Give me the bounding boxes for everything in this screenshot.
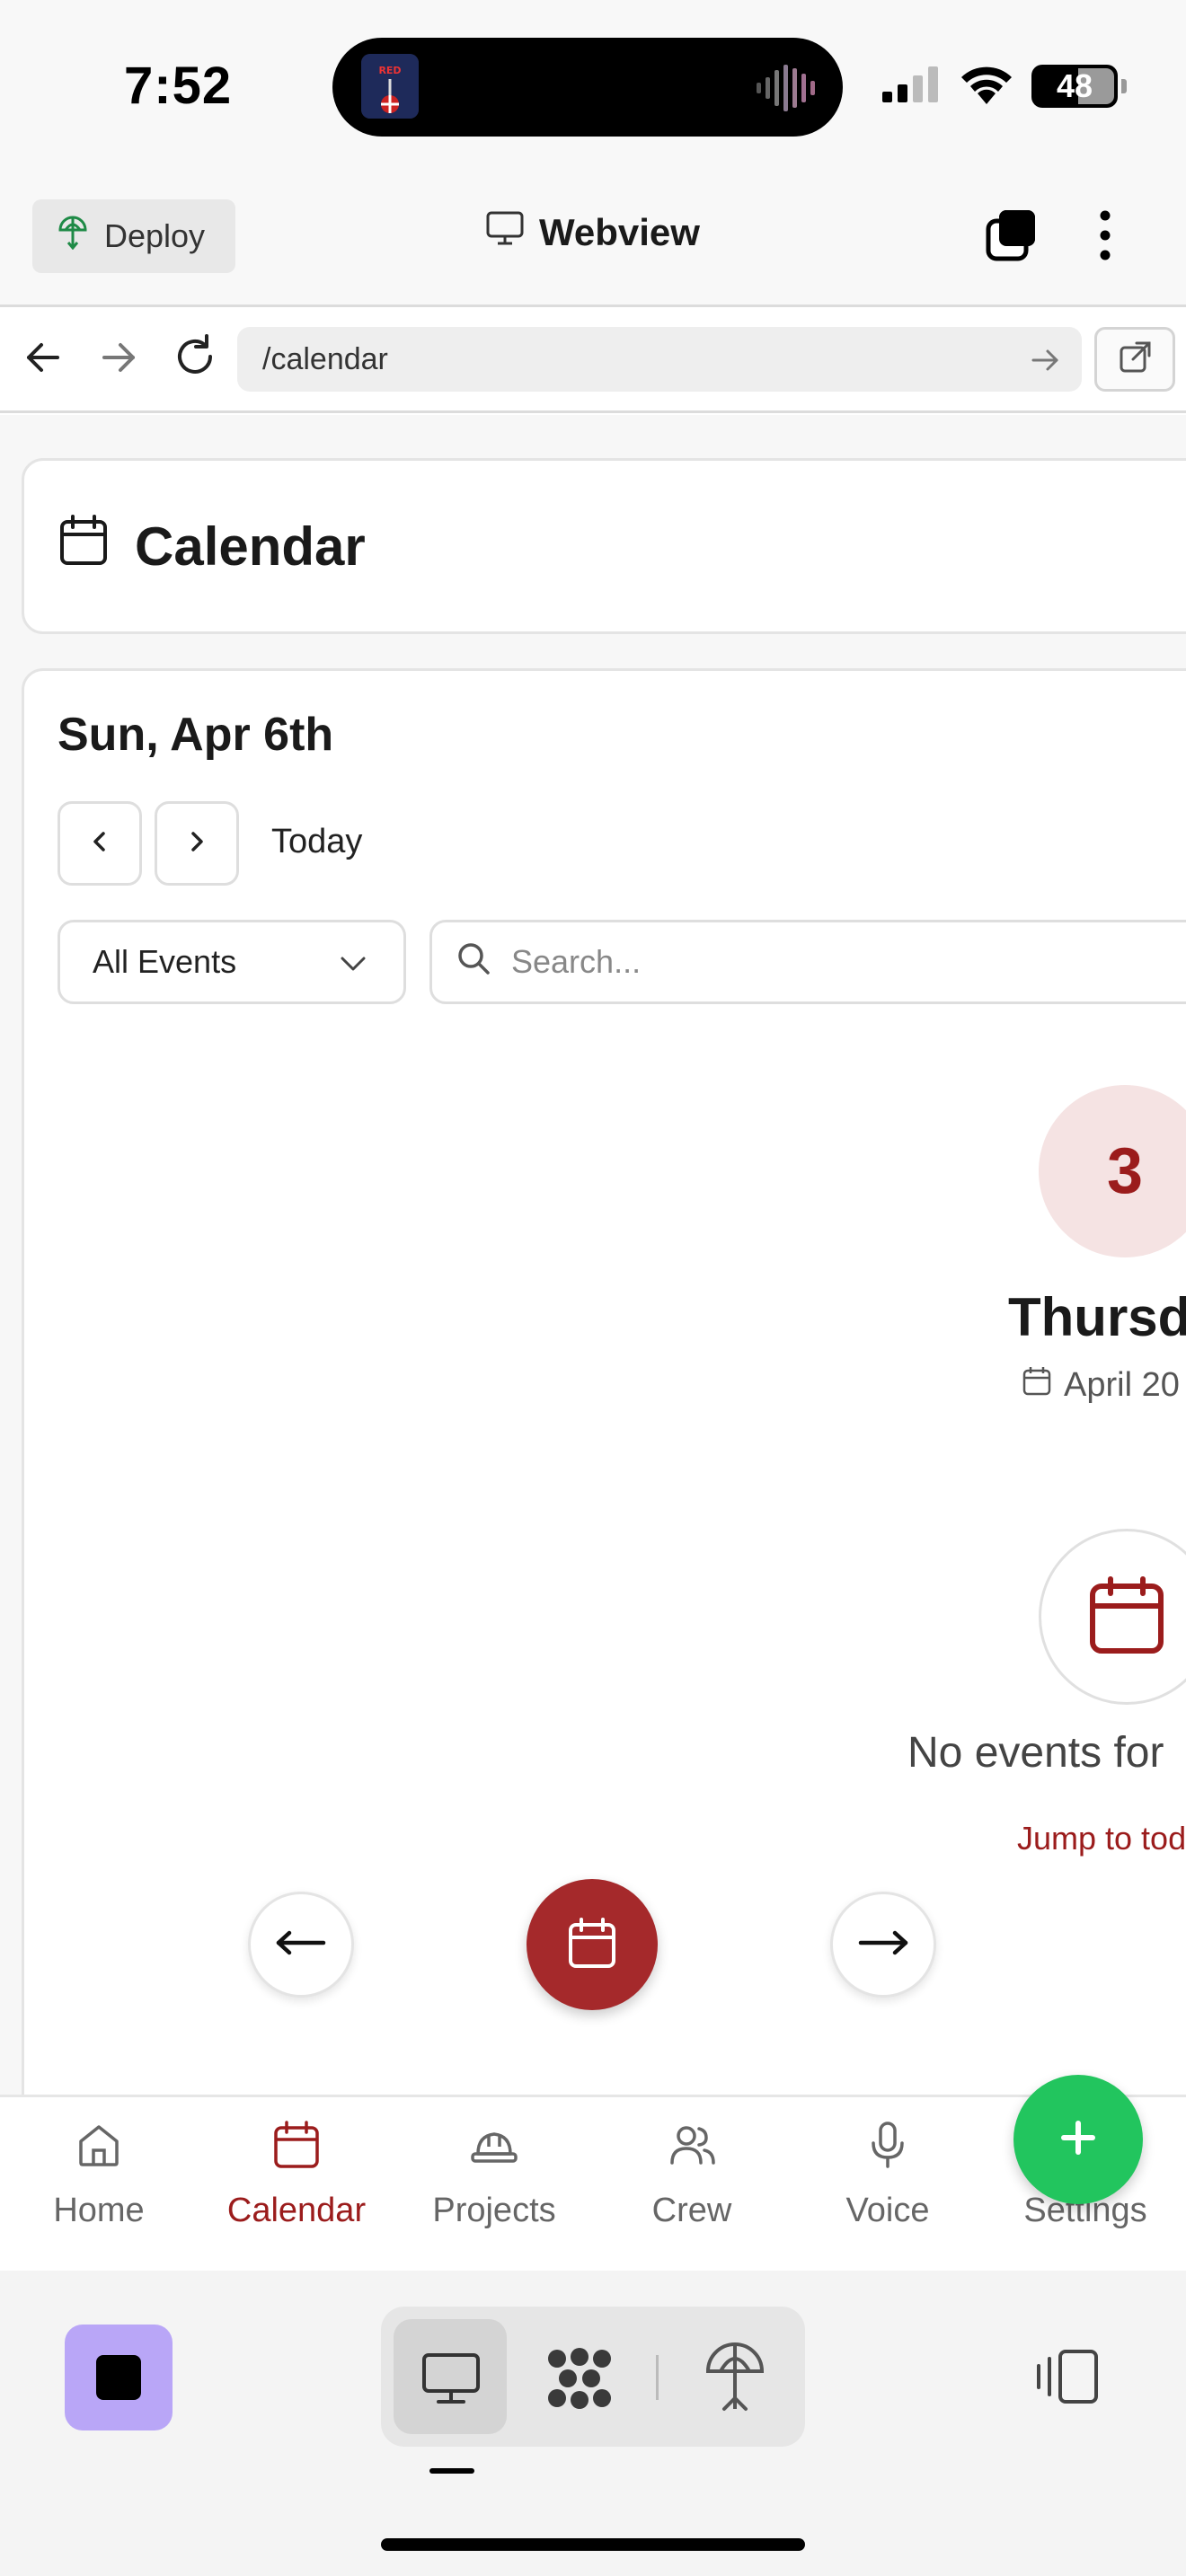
battery-icon: 48	[1031, 65, 1127, 108]
external-link-icon	[1117, 340, 1153, 380]
open-external-button[interactable]	[1094, 327, 1175, 392]
now-playing-artwork[interactable]: RED	[361, 54, 419, 119]
monitor-icon	[485, 210, 525, 255]
prev-period-button[interactable]	[248, 1892, 354, 1998]
url-input[interactable]: /calendar	[237, 327, 1082, 392]
tabs-icon[interactable]	[983, 207, 1040, 269]
day-name: Thursda	[1008, 1287, 1186, 1347]
wifi-icon	[958, 63, 1015, 110]
search-placeholder: Search...	[511, 943, 642, 980]
calendar-icon	[271, 2120, 322, 2179]
arrow-left-icon	[275, 1929, 327, 1961]
audio-waveform-icon	[755, 61, 819, 119]
url-text: /calendar	[262, 341, 388, 376]
tab-voice-label: Voice	[845, 2192, 930, 2229]
reload-icon[interactable]	[171, 332, 219, 385]
day-date: April 20	[1022, 1365, 1180, 1405]
chevron-left-icon	[87, 829, 112, 859]
users-icon	[667, 2120, 717, 2179]
next-period-button[interactable]	[830, 1892, 936, 1998]
forward-arrow-icon[interactable]	[97, 336, 140, 384]
tab-calendar[interactable]: Calendar	[207, 2120, 386, 2230]
tab-crew-label: Crew	[651, 2192, 732, 2229]
home-icon	[74, 2120, 124, 2179]
hardhat-icon	[469, 2120, 519, 2179]
mic-icon	[863, 2120, 913, 2179]
empty-state-message: No events for	[907, 1729, 1164, 1777]
page-title: Calendar	[59, 514, 366, 578]
svg-text:RED: RED	[378, 65, 401, 76]
filter-value: All Events	[93, 943, 237, 980]
tab-crew[interactable]: Crew	[602, 2120, 782, 2230]
add-button[interactable]	[1013, 2075, 1143, 2204]
tab-home[interactable]: Home	[9, 2120, 189, 2230]
deploy-label: Deploy	[104, 217, 206, 254]
small-calendar-icon	[1022, 1365, 1051, 1405]
tab-home-label: Home	[53, 2192, 145, 2229]
home-indicator	[381, 2538, 805, 2551]
search-input[interactable]: Search...	[429, 920, 1186, 1004]
arrow-right-icon	[857, 1929, 909, 1961]
stop-app-button[interactable]	[65, 2325, 173, 2430]
more-menu-icon[interactable]	[1089, 207, 1121, 269]
event-filter-select[interactable]: All Events	[58, 920, 406, 1004]
webview-title-text: Webview	[539, 211, 700, 253]
deploy-button[interactable]: Deploy	[32, 199, 235, 273]
calendar-icon	[59, 514, 108, 578]
plus-icon	[1057, 2116, 1100, 2164]
back-arrow-icon[interactable]	[22, 336, 65, 384]
prev-day-button[interactable]	[58, 801, 142, 886]
status-time: 7:52	[124, 57, 233, 115]
calendar-picker-button[interactable]	[527, 1879, 658, 2010]
empty-calendar-icon	[1089, 1575, 1164, 1659]
tab-projects[interactable]: Projects	[404, 2120, 584, 2230]
apps-grid-icon[interactable]	[544, 2346, 615, 2415]
chevron-down-icon	[339, 943, 367, 981]
jump-to-today-link[interactable]: Jump to tod	[1017, 1820, 1186, 1857]
tab-voice[interactable]: Voice	[798, 2120, 978, 2230]
deploy-view-icon[interactable]	[703, 2341, 767, 2417]
next-day-button[interactable]	[155, 801, 239, 886]
page-title-text: Calendar	[135, 516, 366, 577]
signal-icon	[881, 65, 943, 109]
today-button[interactable]: Today	[271, 823, 362, 861]
tab-calendar-label: Calendar	[226, 2192, 367, 2229]
segment-divider	[656, 2355, 659, 2400]
search-icon	[456, 940, 491, 984]
day-date-text: April 20	[1064, 1365, 1180, 1404]
go-arrow-icon[interactable]	[1030, 345, 1060, 380]
active-segment-indicator	[429, 2468, 474, 2474]
battery-level: 48	[1056, 67, 1093, 104]
tab-projects-label: Projects	[432, 2192, 556, 2229]
chevron-right-icon	[184, 829, 209, 859]
webview-title: Webview	[485, 210, 700, 255]
deploy-icon	[58, 216, 88, 258]
sidebar-toggle-icon[interactable]	[1035, 2348, 1100, 2410]
calendar-picker-icon	[568, 1917, 616, 1973]
date-heading: Sun, Apr 6th	[58, 709, 334, 761]
stop-icon	[96, 2355, 141, 2400]
monitor-view-icon[interactable]	[420, 2351, 482, 2410]
